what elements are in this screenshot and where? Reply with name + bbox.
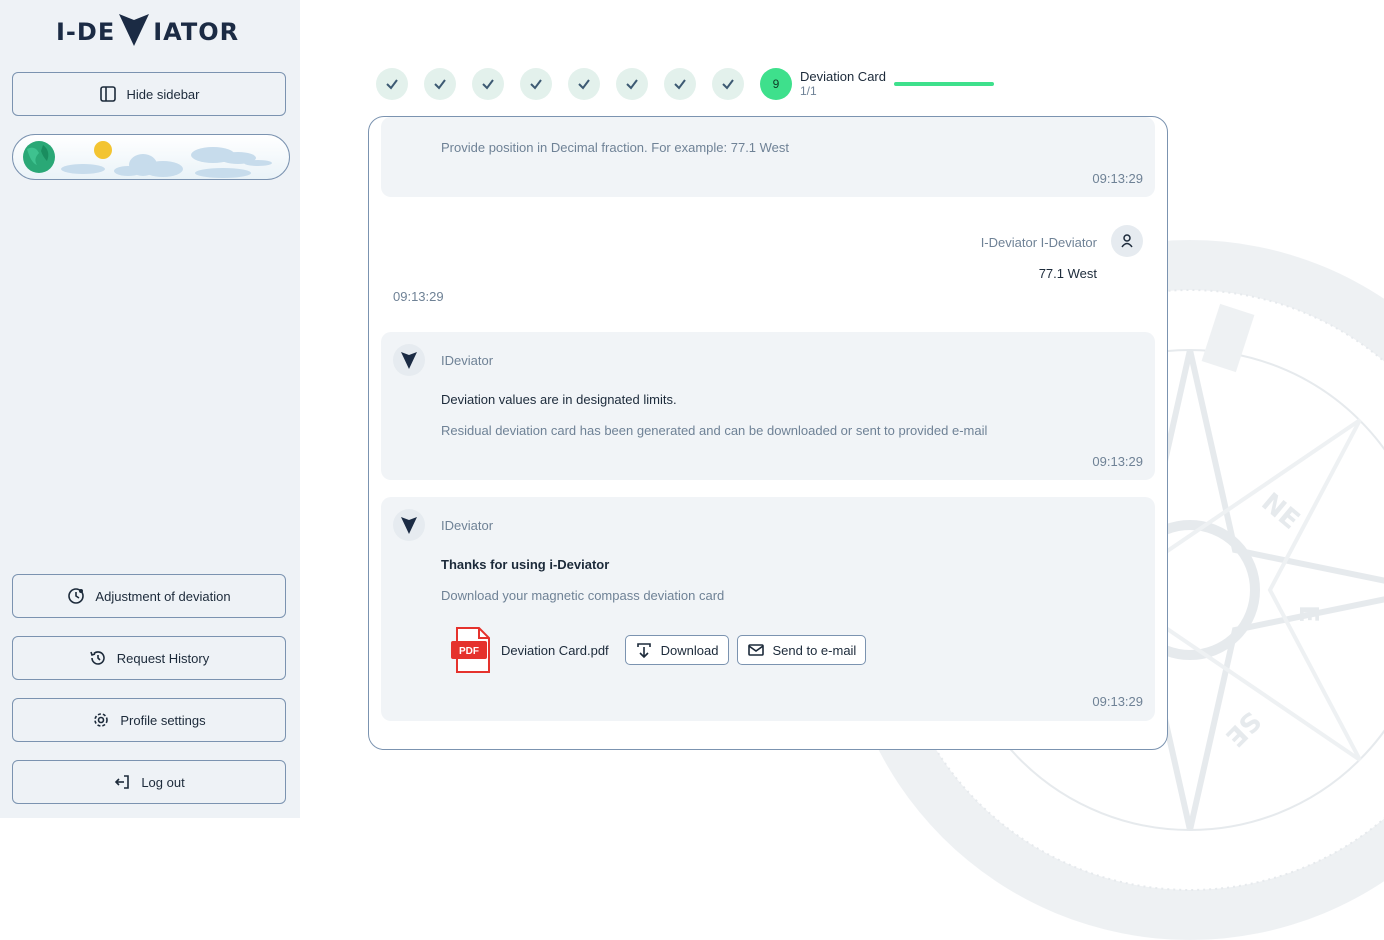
step-current[interactable]: 9 xyxy=(760,68,792,100)
check-icon xyxy=(386,79,398,90)
profile-settings-label: Profile settings xyxy=(120,712,206,728)
message-text: Residual deviation card has been generat… xyxy=(441,423,988,438)
logo-text-left: I-DE xyxy=(56,18,116,46)
user-avatar-icon xyxy=(1111,225,1143,257)
chat-panel[interactable]: Provide position in Decimal fraction. Fo… xyxy=(368,116,1168,750)
pdf-label: PDF xyxy=(459,646,479,657)
request-history-label: Request History xyxy=(116,650,210,666)
step-title: Deviation Card xyxy=(800,69,886,84)
cloud-icon xyxy=(61,147,272,178)
message-text: Deviation values are in designated limit… xyxy=(441,392,677,407)
check-icon xyxy=(674,79,686,90)
step-counter: 1/1 xyxy=(800,84,817,98)
message-text: 77.1 West xyxy=(1038,266,1097,281)
bot-sender-name: IDeviator xyxy=(441,518,494,533)
history-icon xyxy=(89,651,105,665)
hide-sidebar-button[interactable]: Hide sidebar xyxy=(12,72,286,116)
pdf-file-icon: PDF xyxy=(451,627,490,673)
check-icon xyxy=(722,79,734,90)
message-time: 09:13:29 xyxy=(1092,171,1143,186)
step-completed[interactable] xyxy=(712,68,744,100)
progress-stepper: 9 Deviation Card 1/1 xyxy=(376,68,994,100)
file-name: Deviation Card.pdf xyxy=(501,642,609,658)
logo-arrow-icon xyxy=(119,12,150,52)
logo-text-right: IATOR xyxy=(153,18,240,46)
download-icon xyxy=(636,643,651,659)
adjustment-of-deviation-label: Adjustment of deviation xyxy=(95,588,231,604)
hide-sidebar-label: Hide sidebar xyxy=(126,86,200,102)
check-icon xyxy=(626,79,638,90)
message-time: 09:13:29 xyxy=(1092,454,1143,469)
bot-message: Provide position in Decimal fraction. Fo… xyxy=(381,117,1155,197)
app-logo: I-DE IATOR xyxy=(56,12,239,52)
step-completed[interactable] xyxy=(568,68,600,100)
svg-text:E: E xyxy=(1293,605,1323,623)
bot-message: IDeviator Deviation values are in design… xyxy=(381,332,1155,480)
bot-message: IDeviator Thanks for using i-Deviator Do… xyxy=(381,497,1155,721)
send-to-email-button[interactable]: Send to e-mail xyxy=(736,635,867,665)
sun-icon xyxy=(94,141,112,159)
check-icon xyxy=(578,79,590,90)
bot-avatar-icon xyxy=(393,344,425,376)
check-icon xyxy=(530,79,542,90)
step-completed[interactable] xyxy=(616,68,648,100)
check-icon xyxy=(434,79,446,90)
user-sender-name: I-Deviator I-Deviator xyxy=(980,235,1097,250)
step-completed[interactable] xyxy=(664,68,696,100)
bot-sender-name: IDeviator xyxy=(441,353,494,368)
download-label: Download xyxy=(660,642,719,658)
step-completed[interactable] xyxy=(472,68,504,100)
step-progress-bar xyxy=(894,82,994,86)
send-to-email-label: Send to e-mail xyxy=(772,642,857,658)
step-completed[interactable] xyxy=(376,68,408,100)
profile-settings-button[interactable]: Profile settings xyxy=(12,698,286,742)
log-out-button[interactable]: Log out xyxy=(12,760,286,804)
message-time: 09:13:29 xyxy=(393,289,444,304)
bot-avatar-icon xyxy=(393,509,425,541)
check-icon xyxy=(482,79,494,90)
adjustment-of-deviation-button[interactable]: Adjustment of deviation xyxy=(12,574,286,618)
file-attachment: PDF Deviation Card.pdf Download Send to … xyxy=(451,627,874,673)
step-info: Deviation Card 1/1 xyxy=(800,69,886,99)
request-history-button[interactable]: Request History xyxy=(12,636,286,680)
user-message: I-Deviator I-Deviator 77.1 West 09:13:29 xyxy=(369,217,1167,317)
sidebar: I-DE IATOR Hide sidebar Adjustment of de… xyxy=(0,0,300,818)
step-completed[interactable] xyxy=(424,68,456,100)
download-button[interactable]: Download xyxy=(624,635,729,665)
gear-icon xyxy=(94,713,109,727)
globe-icon xyxy=(23,141,55,173)
logout-icon xyxy=(115,775,130,789)
mail-icon xyxy=(747,644,764,656)
step-completed[interactable] xyxy=(520,68,552,100)
sidebar-panel-icon xyxy=(99,86,116,102)
message-title: Thanks for using i-Deviator xyxy=(441,557,610,572)
weather-widget xyxy=(12,134,290,180)
log-out-label: Log out xyxy=(141,774,185,790)
message-text: Download your magnetic compass deviation… xyxy=(441,588,725,603)
message-text: Provide position in Decimal fraction. Fo… xyxy=(441,140,790,155)
message-time: 09:13:29 xyxy=(1092,694,1143,709)
adjust-icon xyxy=(68,588,85,604)
